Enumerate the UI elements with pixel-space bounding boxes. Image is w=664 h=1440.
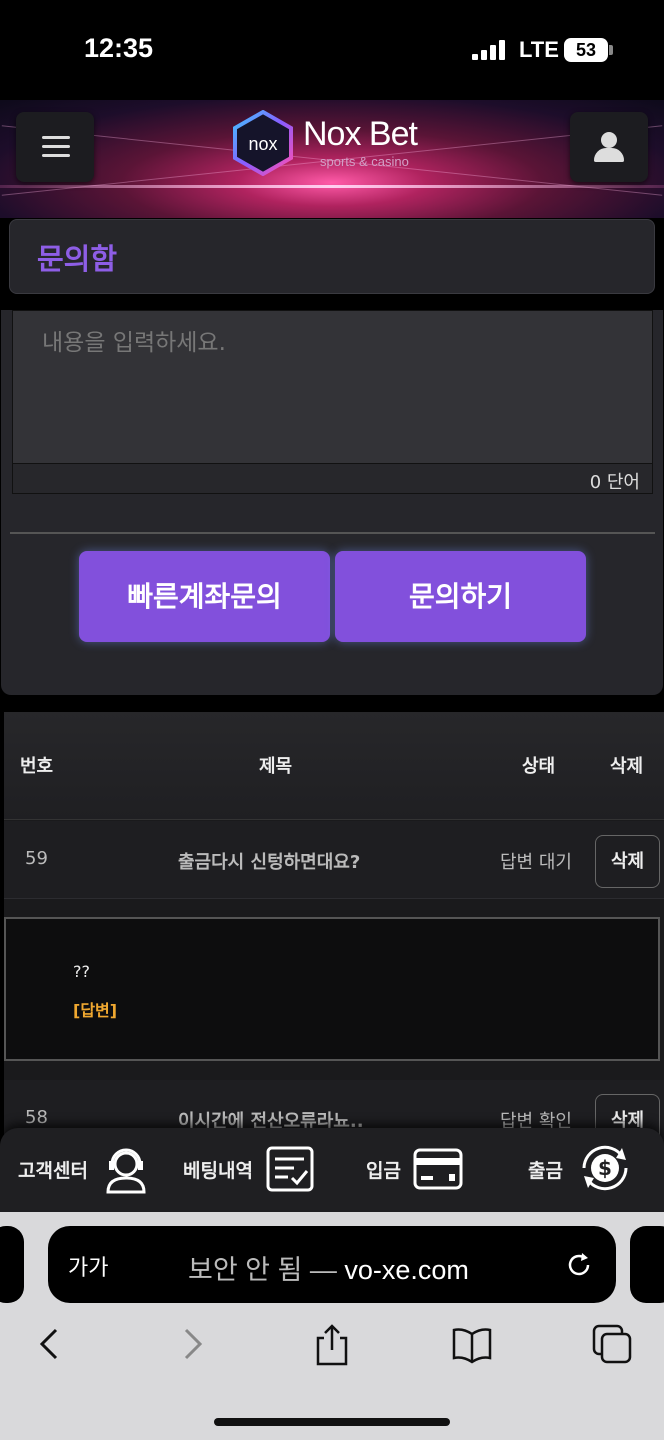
betting-slip-icon [266, 1146, 314, 1192]
back-icon[interactable] [26, 1322, 70, 1366]
battery-cap [609, 45, 613, 55]
forward-icon[interactable] [170, 1322, 214, 1366]
nav-label: 입금 [366, 1160, 401, 1182]
home-indicator [214, 1418, 450, 1426]
nav-betting-history[interactable]: 베팅내역 [166, 1128, 332, 1212]
question-text: ?? [73, 962, 90, 981]
header-status: 상태 [522, 756, 556, 777]
url-host: vo-xe.com [344, 1255, 469, 1285]
bottom-nav: 고객센터 베팅내역 입금 출금 $ [0, 1128, 664, 1212]
network-label: LTE [519, 37, 559, 62]
header-title: 제목 [259, 756, 293, 777]
address-bar[interactable]: 가가 보안 안 됨 — vo-xe.com [48, 1226, 616, 1303]
headset-agent-icon [106, 1148, 146, 1194]
nav-customer-center[interactable]: 고객센터 [0, 1128, 166, 1212]
status-time: 12:35 [84, 33, 154, 63]
nav-withdraw[interactable]: 출금 $ [498, 1128, 664, 1212]
logo-subtitle: sports & casino [320, 154, 409, 169]
reader-settings-button[interactable]: 가가 [68, 1250, 108, 1282]
inquiry-detail: ?? [답변] [4, 917, 660, 1061]
table-header: 번호 제목 상태 삭제 [4, 712, 664, 820]
next-tab-pill[interactable] [630, 1226, 664, 1303]
row-title[interactable]: 출금다시 신텅하면대요? [178, 848, 360, 874]
inquiry-form: 내용을 입력하세요. 0 단어 빠른계좌문의 문의하기 [1, 310, 663, 695]
bookmarks-icon[interactable] [450, 1322, 494, 1366]
logo-icon[interactable]: nox [232, 110, 294, 176]
header-no: 번호 [20, 756, 54, 777]
nav-label: 출금 [528, 1160, 563, 1182]
reload-icon[interactable] [564, 1250, 594, 1280]
row-status: 답변 대기 [500, 852, 572, 873]
browser-toolbar: 가가 보안 안 됨 — vo-xe.com [0, 1212, 664, 1440]
divider [10, 532, 655, 534]
account-button[interactable] [570, 112, 648, 182]
table-row[interactable]: 59 출금다시 신텅하면대요? 답변 대기 삭제 [4, 821, 664, 899]
textarea-placeholder: 내용을 입력하세요. [42, 330, 226, 356]
site-header: nox Nox Bet sports & casino [0, 100, 664, 218]
row-no: 58 [25, 1107, 48, 1128]
svg-text:$: $ [598, 1156, 612, 1180]
svg-text:nox: nox [248, 134, 277, 154]
header-delete: 삭제 [610, 756, 644, 777]
nav-label: 베팅내역 [183, 1160, 253, 1182]
share-icon[interactable] [310, 1322, 354, 1366]
word-counter-row: 0 단어 [13, 463, 652, 493]
previous-tab-pill[interactable] [0, 1226, 24, 1303]
status-bar: 12:35 LTE 53 [0, 0, 664, 100]
battery-icon: 53 [564, 38, 608, 62]
delete-button[interactable]: 삭제 [595, 835, 660, 888]
dollar-exchange-icon: $ [582, 1145, 628, 1191]
word-counter: 0 단어 [589, 472, 640, 493]
logo-title[interactable]: Nox Bet [303, 115, 418, 154]
tabs-icon[interactable] [590, 1322, 634, 1366]
page-title-box: 문의함 [9, 219, 655, 294]
url-text[interactable]: 보안 안 됨 — vo-xe.com [188, 1248, 469, 1287]
answer-label: [답변] [73, 1001, 118, 1020]
row-no: 59 [25, 848, 48, 869]
laser-line [0, 185, 664, 188]
security-warning: 보안 안 됨 — [188, 1255, 345, 1285]
quick-account-inquiry-button[interactable]: 빠른계좌문의 [79, 551, 330, 642]
menu-button[interactable] [16, 112, 94, 182]
page-title: 문의함 [37, 242, 118, 276]
signal-icon [472, 40, 506, 60]
inquiry-textarea[interactable]: 내용을 입력하세요. 0 단어 [12, 310, 653, 494]
submit-inquiry-button[interactable]: 문의하기 [335, 551, 586, 642]
nav-deposit[interactable]: 입금 [332, 1128, 498, 1212]
nav-label: 고객센터 [18, 1160, 88, 1182]
credit-card-icon [413, 1148, 463, 1190]
